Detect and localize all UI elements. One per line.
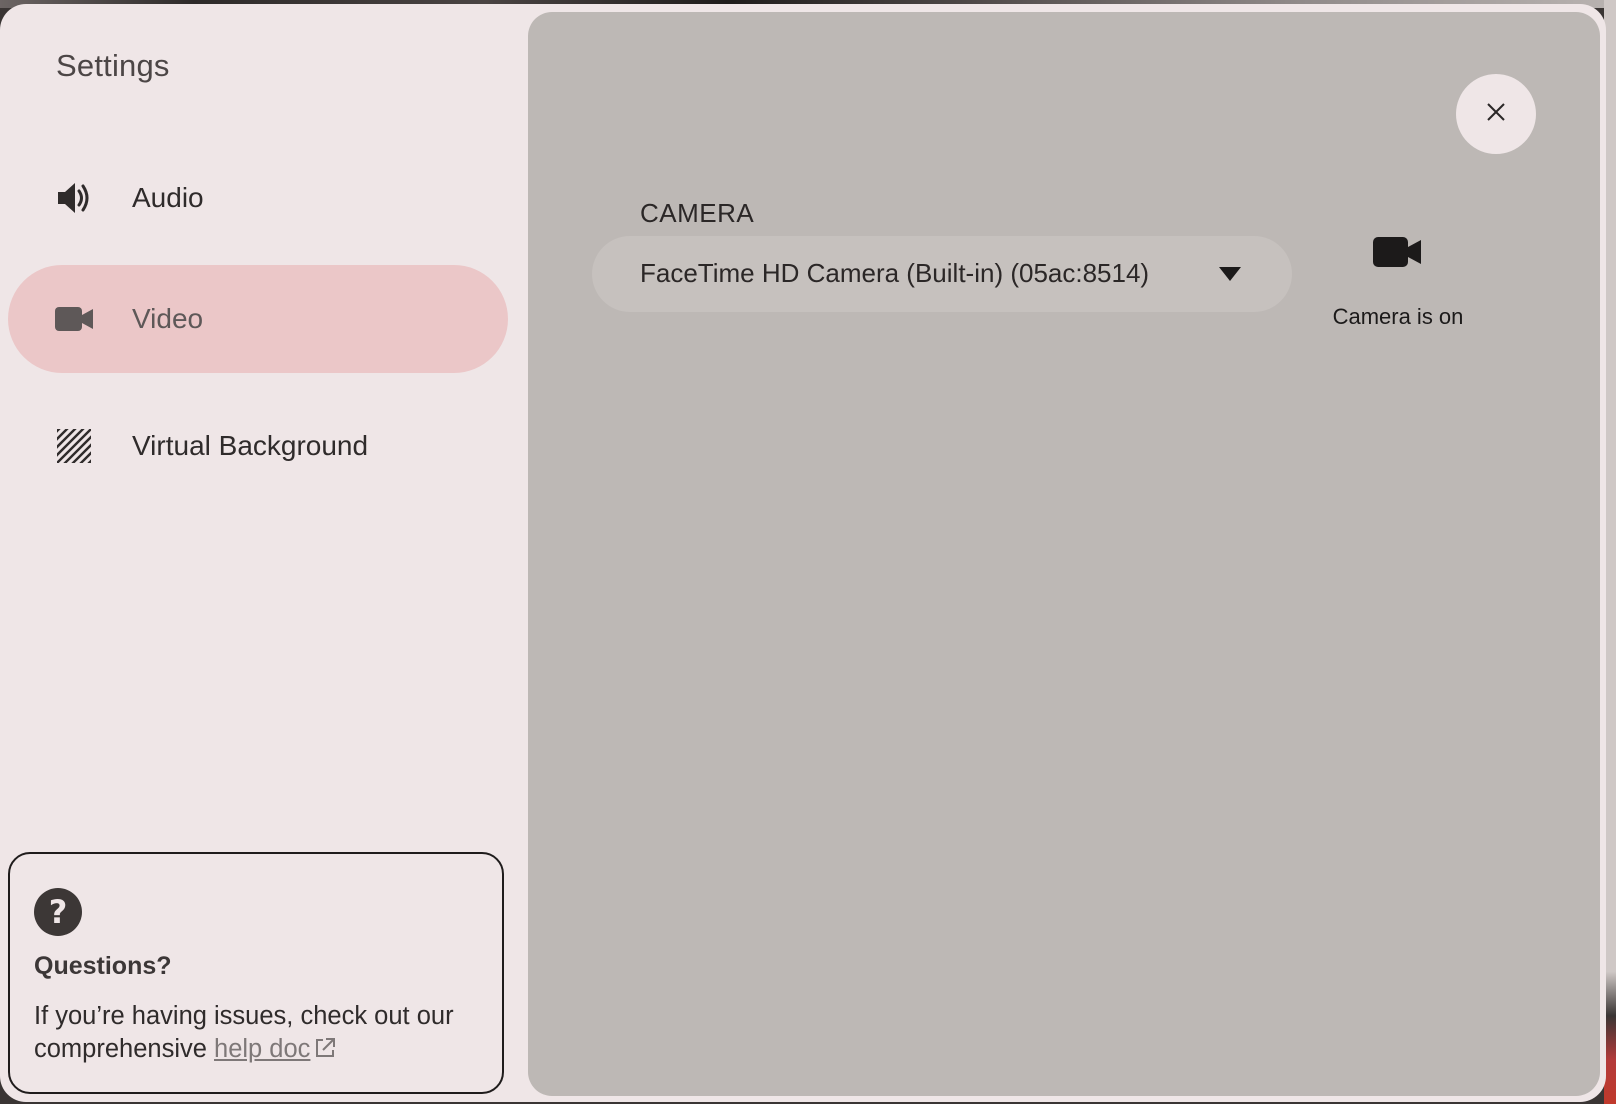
- sidebar-item-label: Video: [132, 303, 204, 334]
- close-icon: [1486, 102, 1506, 127]
- close-button[interactable]: [1456, 74, 1536, 154]
- sidebar-item-label: Audio: [132, 182, 204, 213]
- sidebar-item-virtual-background[interactable]: Virtual Background: [8, 392, 508, 500]
- settings-dialog: Settings Audio Video Virtual Background …: [0, 4, 1606, 1102]
- sidebar-item-video[interactable]: Video: [8, 265, 508, 373]
- settings-sidebar: Settings Audio Video Virtual Background …: [0, 4, 528, 1102]
- speaker-icon: [54, 178, 94, 218]
- camera-label: CAMERA: [640, 198, 755, 228]
- camera-select-value: FaceTime HD Camera (Built-in) (05ac:8514…: [640, 258, 1150, 288]
- camera-select[interactable]: FaceTime HD Camera (Built-in) (05ac:8514…: [592, 236, 1292, 312]
- question-icon: ?: [34, 888, 82, 936]
- chevron-down-icon: [1218, 266, 1242, 287]
- help-title: Questions?: [34, 952, 172, 980]
- video-camera-icon: [1372, 234, 1422, 275]
- help-doc-link[interactable]: help doc: [214, 1035, 336, 1063]
- background-pattern-icon: [54, 426, 94, 466]
- settings-title: Settings: [56, 48, 170, 83]
- sidebar-item-label: Virtual Background: [132, 430, 369, 461]
- camera-toggle-button[interactable]: Camera is on: [1318, 234, 1478, 334]
- sidebar-item-audio[interactable]: Audio: [8, 144, 508, 252]
- help-doc-link-label: help doc: [214, 1035, 311, 1063]
- help-text: If you’re having issues, check out our c…: [34, 1000, 494, 1068]
- video-settings-panel: CAMERA FaceTime HD Camera (Built-in) (05…: [528, 12, 1600, 1096]
- video-camera-icon: [54, 299, 94, 339]
- camera-status-text: Camera is on: [1332, 304, 1464, 329]
- help-card: ? Questions? If you’re having issues, ch…: [8, 852, 504, 1094]
- external-link-icon: [314, 1035, 336, 1068]
